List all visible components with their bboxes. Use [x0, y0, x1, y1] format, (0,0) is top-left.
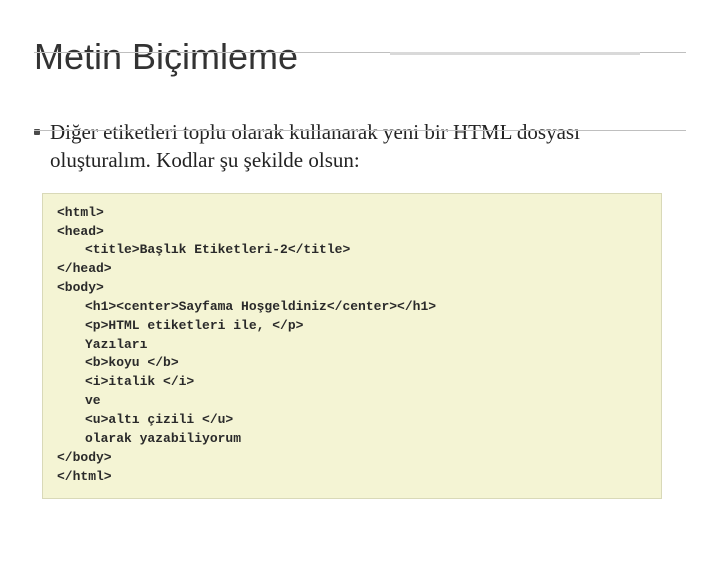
code-line: ve — [57, 392, 101, 411]
code-block: <html> <head> <title>Başlık Etiketleri-2… — [42, 193, 662, 500]
code-line: <h1><center>Sayfama Hoşgeldiniz</center>… — [57, 298, 436, 317]
code-line: <p>HTML etiketleri ile, </p> — [57, 317, 303, 336]
code-line: </body> — [57, 450, 112, 465]
header-rule-accent — [390, 52, 640, 55]
title-underline — [34, 130, 686, 131]
code-line: </html> — [57, 469, 112, 484]
code-line: <u>altı çizili </u> — [57, 411, 233, 430]
slide-body: Diğer etiketleri toplu olarak kullanarak… — [34, 118, 686, 499]
code-line: </head> — [57, 261, 112, 276]
code-line: <head> — [57, 224, 104, 239]
slide-title: Metin Biçimleme — [34, 36, 720, 78]
code-line: Yazıları — [57, 336, 147, 355]
code-line: <html> — [57, 205, 104, 220]
code-line: <i>italik </i> — [57, 373, 194, 392]
code-line: <title>Başlık Etiketleri-2</title> — [57, 241, 350, 260]
bullet-item: Diğer etiketleri toplu olarak kullanarak… — [34, 118, 686, 175]
code-line: <b>koyu </b> — [57, 354, 179, 373]
bullet-text: Diğer etiketleri toplu olarak kullanarak… — [50, 118, 686, 175]
code-line: <body> — [57, 280, 104, 295]
code-line: olarak yazabiliyorum — [57, 430, 241, 449]
